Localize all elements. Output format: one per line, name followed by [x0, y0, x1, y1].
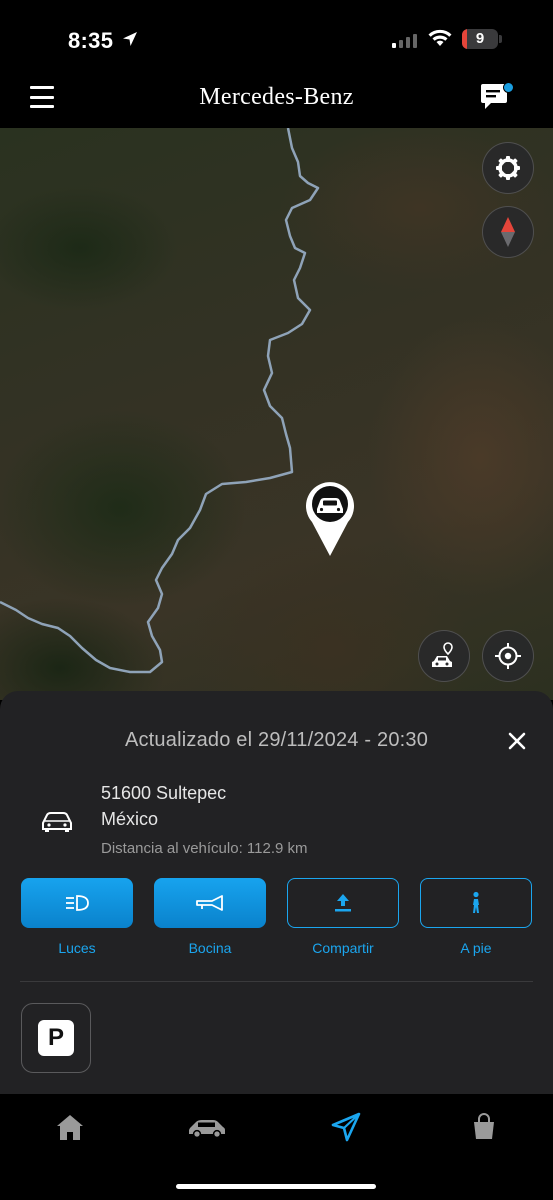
shopping-bag-icon — [474, 1113, 494, 1139]
lights-label: Luces — [58, 940, 96, 956]
battery-indicator: 9 — [462, 29, 498, 49]
tab-navigation[interactable] — [326, 1110, 366, 1144]
tab-shop[interactable] — [464, 1110, 504, 1144]
my-location-button[interactable] — [482, 630, 534, 682]
walk-icon — [473, 891, 479, 913]
compass-icon — [501, 217, 515, 247]
car-icon — [317, 498, 343, 513]
map-settings-button[interactable] — [482, 142, 534, 194]
horn-button[interactable] — [154, 878, 266, 928]
app-header: Mercedes-Benz — [0, 80, 553, 128]
walk-label: A pie — [460, 940, 492, 956]
bottom-tab-bar — [0, 1094, 553, 1200]
map-view[interactable] — [0, 128, 553, 700]
distance-to-vehicle: Distancia al vehículo: 112.9 km — [101, 840, 308, 857]
car-icon — [189, 1120, 225, 1139]
battery-tip — [499, 35, 502, 43]
messages-button[interactable] — [478, 82, 514, 114]
border-line — [0, 128, 320, 674]
address-line-1: 51600 Sultepec — [101, 783, 227, 803]
home-indicator — [176, 1184, 376, 1189]
compass-button[interactable] — [482, 206, 534, 258]
lights-button[interactable] — [21, 878, 133, 928]
vehicle-pin[interactable] — [304, 480, 356, 558]
locate-icon — [495, 643, 521, 669]
horn-label: Bocina — [188, 940, 232, 956]
gear-icon — [496, 156, 520, 180]
last-updated-text: Actualizado el 29/11/2024 - 20:30 — [124, 729, 429, 751]
home-icon — [57, 1115, 83, 1140]
share-button[interactable] — [287, 878, 399, 928]
car-location-icon — [432, 642, 453, 667]
close-icon[interactable] — [505, 729, 529, 753]
address-line-2: México — [101, 809, 159, 829]
vehicle-info-sheet: Actualizado el 29/11/2024 - 20:30 51600 … — [0, 691, 553, 1094]
walk-button[interactable] — [420, 878, 532, 928]
battery-level: 9 — [475, 30, 485, 47]
vehicle-location-button[interactable] — [418, 630, 470, 682]
wifi-icon — [428, 29, 452, 46]
tab-home[interactable] — [50, 1110, 90, 1144]
car-icon — [42, 812, 72, 832]
cellular-signal-icon — [392, 32, 417, 48]
horn-icon — [196, 895, 223, 911]
status-time: 8:35 — [68, 28, 114, 53]
headlight-icon — [66, 895, 89, 911]
brand-title: Mercedes-Benz — [199, 84, 354, 110]
divider — [20, 981, 533, 982]
parking-icon: P — [38, 1020, 74, 1056]
status-bar: 8:35 9 — [0, 0, 553, 80]
parking-button[interactable]: P — [21, 1003, 91, 1073]
location-arrow-icon — [123, 32, 137, 46]
notification-dot — [503, 82, 514, 93]
share-label: Compartir — [312, 940, 374, 956]
share-icon — [335, 894, 351, 912]
tab-vehicle[interactable] — [187, 1110, 227, 1144]
navigation-arrow-icon — [331, 1112, 361, 1142]
